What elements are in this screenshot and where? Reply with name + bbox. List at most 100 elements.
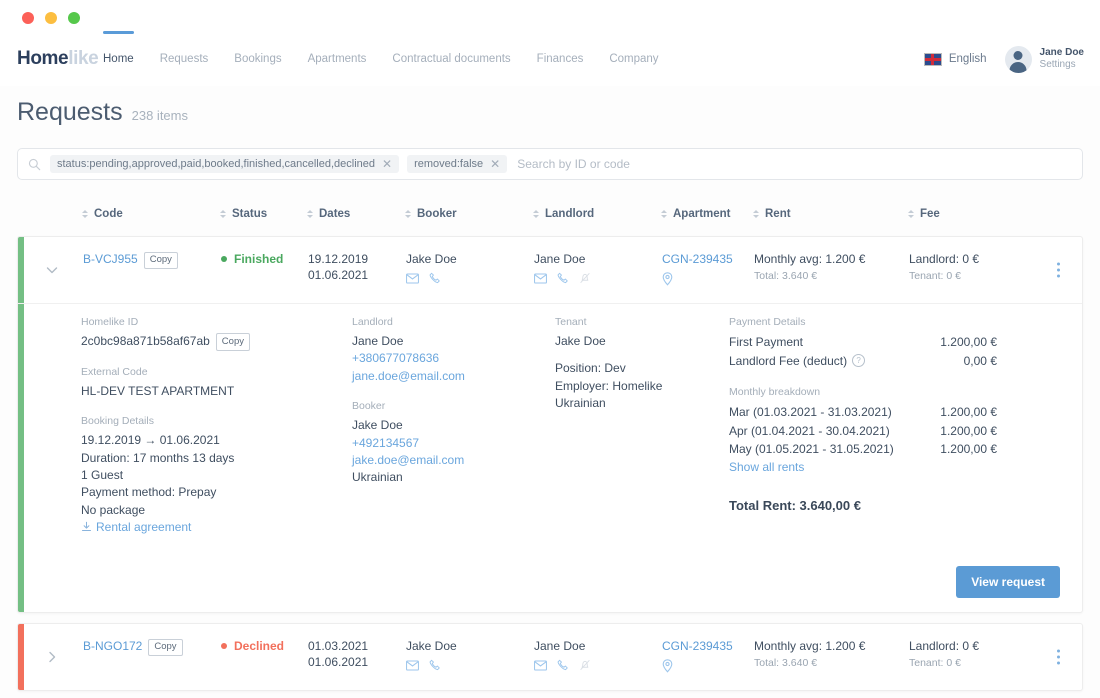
nav-item-requests[interactable]: Requests <box>147 32 222 86</box>
sort-icon[interactable] <box>908 210 914 218</box>
table-row[interactable]: B-VCJ955 Copy Finished 19.12.2019 01.06.2… <box>17 236 1083 613</box>
main-nav-items: Home Requests Bookings Apartments Contra… <box>90 31 672 86</box>
user-menu[interactable]: Jane Doe Settings <box>1004 45 1084 73</box>
nav-item-home[interactable]: Home <box>90 31 147 86</box>
search-icon <box>28 158 41 170</box>
brand-name-bold: Home <box>17 48 69 69</box>
user-info: Jane Doe Settings <box>1040 47 1084 72</box>
rent-main: Monthly avg: 1.200 € <box>754 639 866 653</box>
status-badge: Declined <box>234 639 285 653</box>
sort-icon[interactable] <box>405 210 411 218</box>
user-settings-link[interactable]: Settings <box>1040 59 1084 72</box>
phone-icon[interactable] <box>429 272 441 284</box>
request-code-link[interactable]: B-VCJ955 <box>83 252 138 266</box>
nav-item-company[interactable]: Company <box>596 32 671 86</box>
nav-item-bookings[interactable]: Bookings <box>221 32 294 86</box>
apartment-code-link[interactable]: CGN-239435 <box>662 638 733 654</box>
fee-landlord: Landlord: 0 € <box>909 639 980 653</box>
page-title: Requests <box>17 98 123 126</box>
column-label: Booker <box>417 208 457 220</box>
filter-chip-removed[interactable]: removed:false ✕ <box>407 155 508 173</box>
homelike-id-value: 2c0bc98a871b58af67ab <box>81 334 210 348</box>
sort-icon[interactable] <box>220 210 226 218</box>
column-label: Fee <box>920 208 940 220</box>
row-summary[interactable]: B-NGO172 Copy Declined 01.03.2021 01.06.2… <box>18 624 1082 690</box>
nav-item-finances[interactable]: Finances <box>524 32 597 86</box>
landlord-phone-link[interactable]: +380677078636 <box>352 350 527 367</box>
column-header-landlord[interactable]: Landlord <box>533 208 594 220</box>
show-all-rents-link[interactable]: Show all rents <box>729 459 997 476</box>
location-pin-icon[interactable] <box>662 272 673 286</box>
sort-icon[interactable] <box>661 210 667 218</box>
phone-icon[interactable] <box>429 659 441 671</box>
location-pin-icon[interactable] <box>662 659 673 673</box>
column-header-status[interactable]: Status <box>220 208 267 220</box>
email-icon[interactable] <box>534 660 547 671</box>
bell-off-icon[interactable] <box>579 659 591 671</box>
booker-phone-link[interactable]: +492134567 <box>352 435 527 452</box>
page-header: Requests 238 items <box>17 98 188 127</box>
email-icon[interactable] <box>406 273 419 284</box>
column-header-apartment[interactable]: Apartment <box>661 208 731 220</box>
nav-item-contractual-documents[interactable]: Contractual documents <box>379 32 523 86</box>
row-actions-menu-icon[interactable] <box>1057 649 1060 665</box>
date-end: 01.06.2021 <box>308 655 369 670</box>
request-code-link[interactable]: B-NGO172 <box>83 639 142 653</box>
column-header-rent[interactable]: Rent <box>753 208 791 220</box>
landlord-label: Landlord <box>352 316 393 328</box>
view-request-button[interactable]: View request <box>956 566 1060 598</box>
landlord-email-link[interactable]: jane.doe@email.com <box>352 368 527 385</box>
copy-code-button[interactable]: Copy <box>148 639 183 656</box>
column-header-booker[interactable]: Booker <box>405 208 457 220</box>
payment-value: 0,00 € <box>963 353 997 368</box>
remove-filter-chip-icon[interactable]: ✕ <box>382 158 392 170</box>
copy-homelike-id-button[interactable]: Copy <box>215 333 250 351</box>
phone-icon[interactable] <box>557 659 569 671</box>
cell-landlord: Jane Doe <box>534 638 591 671</box>
maximize-window-icon[interactable] <box>68 12 80 24</box>
tenant-nationality: Ukrainian <box>555 396 606 411</box>
email-icon[interactable] <box>534 273 547 284</box>
landlord-name: Jane Doe <box>534 252 586 266</box>
close-window-icon[interactable] <box>22 12 34 24</box>
apartment-code-link[interactable]: CGN-239435 <box>662 251 733 267</box>
month-row: May (01.05.2021 - 31.05.2021) 1.200,00 € <box>729 440 997 459</box>
language-selector[interactable]: English <box>923 52 987 66</box>
remove-filter-chip-icon[interactable]: ✕ <box>490 158 500 170</box>
rent-total: Total: 3.640 € <box>754 270 818 283</box>
status-dot <box>221 643 227 650</box>
sort-icon[interactable] <box>82 210 88 218</box>
fee-tenant: Tenant: 0 € <box>909 270 961 283</box>
booker-email-link[interactable]: jake.doe@email.com <box>352 452 527 469</box>
row-actions-menu-icon[interactable] <box>1057 262 1060 278</box>
phone-icon[interactable] <box>557 272 569 284</box>
cell-status: Declined <box>221 638 284 654</box>
payment-row: Landlord Fee (deduct) ? 0,00 € <box>729 352 997 371</box>
copy-code-button[interactable]: Copy <box>143 252 178 269</box>
brand-logo[interactable]: Homelike <box>17 48 99 70</box>
minimize-window-icon[interactable] <box>45 12 57 24</box>
external-code-label: External Code <box>81 365 148 378</box>
column-header-code[interactable]: Code <box>82 208 123 220</box>
sort-icon[interactable] <box>753 210 759 218</box>
table-row[interactable]: B-NGO172 Copy Declined 01.03.2021 01.06.2… <box>17 623 1083 691</box>
bell-off-icon[interactable] <box>579 272 591 284</box>
sort-icon[interactable] <box>307 210 313 218</box>
filter-chip-status[interactable]: status:pending,approved,paid,booked,fini… <box>50 155 400 173</box>
chevron-right-icon[interactable] <box>44 649 60 665</box>
info-tooltip-icon[interactable]: ? <box>852 354 866 368</box>
rental-agreement-link[interactable]: Rental agreement <box>81 519 331 536</box>
column-header-fee[interactable]: Fee <box>908 208 940 220</box>
column-label: Code <box>94 208 123 220</box>
nav-item-apartments[interactable]: Apartments <box>295 32 380 86</box>
window-controls <box>22 12 80 24</box>
email-icon[interactable] <box>406 660 419 671</box>
column-header-dates[interactable]: Dates <box>307 208 350 220</box>
payment-details-label: Payment Details <box>729 316 806 328</box>
row-summary[interactable]: B-VCJ955 Copy Finished 19.12.2019 01.06.2… <box>18 237 1082 303</box>
search-bar[interactable]: status:pending,approved,paid,booked,fini… <box>17 148 1083 180</box>
chevron-down-icon[interactable] <box>44 262 60 278</box>
sort-icon[interactable] <box>533 210 539 218</box>
search-input[interactable] <box>515 156 1072 172</box>
booking-range: 19.12.2019 → 01.06.2021 <box>81 433 220 448</box>
